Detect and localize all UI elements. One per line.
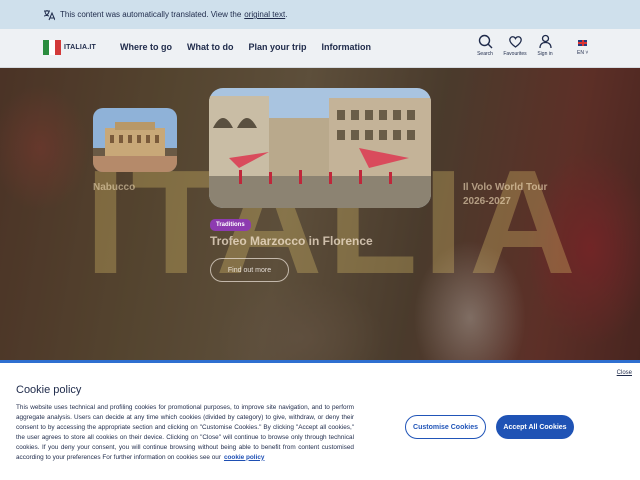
cookie-policy-link[interactable]: cookie policy — [224, 454, 265, 461]
cookie-close-link[interactable]: Close — [617, 370, 632, 376]
sign-in-button[interactable]: Sign in — [530, 34, 560, 57]
logo-text: ITALIA.IT — [64, 44, 96, 51]
favourites-button[interactable]: Favourites — [500, 34, 530, 57]
find-out-more-button[interactable]: Find out more — [210, 258, 289, 282]
cookie-text: This website uses technical and profilin… — [16, 403, 354, 462]
translation-text: This content was automatically translate… — [60, 10, 242, 19]
nav-where-to-go[interactable]: Where to go — [120, 42, 172, 52]
user-icon — [538, 34, 552, 49]
language-selector[interactable]: EN ˅ — [577, 40, 588, 56]
favourites-label: Favourites — [503, 51, 527, 57]
cookie-banner: Close Cookie policy This website uses te… — [0, 360, 640, 480]
site-logo[interactable]: ITALIA.IT — [43, 40, 96, 55]
search-icon — [478, 34, 492, 49]
main-menu: Where to go What to do Plan your trip In… — [120, 42, 371, 52]
carousel-card-nabucco[interactable] — [93, 108, 177, 172]
nav-information[interactable]: Information — [322, 42, 372, 52]
nabucco-image — [93, 108, 177, 172]
carousel-card-trofeo-marzocco[interactable] — [209, 88, 431, 208]
sign-in-label: Sign in — [537, 51, 553, 57]
uk-flag-icon — [578, 40, 588, 46]
heart-icon — [508, 36, 522, 48]
customise-cookies-button[interactable]: Customise Cookies — [405, 415, 486, 439]
hero-title: Trofeo Marzocco in Florence — [210, 234, 373, 248]
main-header: ITALIA.IT Where to go What to do Plan yo… — [0, 29, 640, 68]
search-label: Search — [477, 51, 493, 57]
cookie-body: This website uses technical and profilin… — [16, 404, 354, 461]
header-tools: Search Favourites Sign in — [470, 34, 560, 57]
accept-all-cookies-button[interactable]: Accept All Cookies — [496, 415, 574, 439]
florence-piazza-image — [209, 88, 431, 208]
nav-plan-your-trip[interactable]: Plan your trip — [249, 42, 307, 52]
category-tag: Traditions — [210, 219, 251, 231]
nav-what-to-do[interactable]: What to do — [187, 42, 234, 52]
italy-flag-icon — [43, 40, 61, 55]
translation-banner: This content was automatically translate… — [0, 0, 640, 29]
hero-carousel: ITALIA Nabucco Il Volo World Tour 2026-2… — [0, 68, 640, 360]
chevron-down-icon: ˅ — [583, 50, 589, 56]
original-text-link[interactable]: original text — [244, 10, 285, 19]
il-volo-caption[interactable]: Il Volo World Tour 2026-2027 — [463, 181, 563, 209]
cookie-title: Cookie policy — [16, 384, 82, 396]
translate-icon — [43, 9, 55, 21]
nabucco-caption: Nabucco — [93, 182, 136, 193]
search-button[interactable]: Search — [470, 34, 500, 57]
translation-suffix: . — [285, 10, 288, 19]
language-code: EN — [577, 50, 584, 56]
